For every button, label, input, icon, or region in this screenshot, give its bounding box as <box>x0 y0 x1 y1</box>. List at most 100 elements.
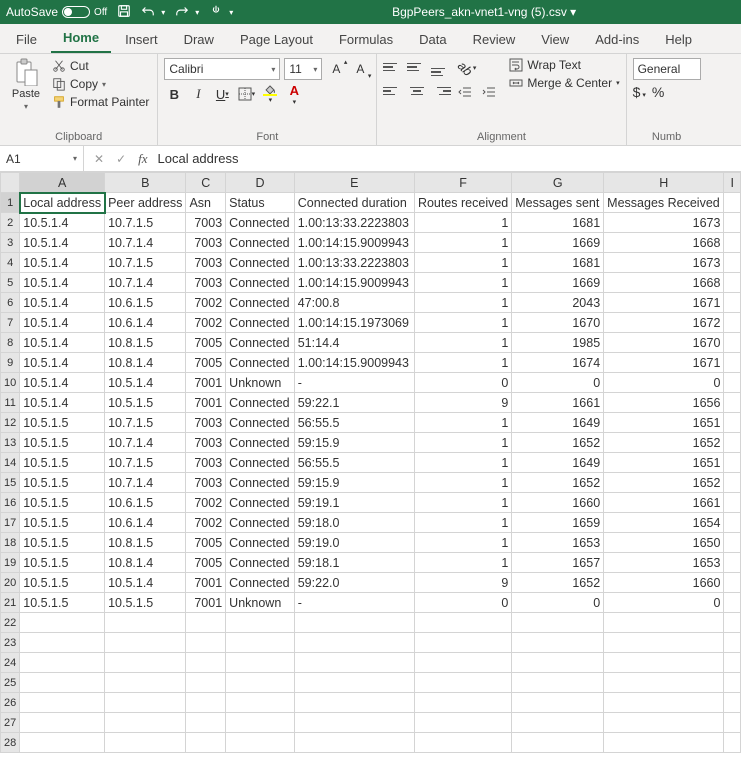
cell[interactable] <box>604 633 724 653</box>
cell[interactable]: 1669 <box>512 233 604 253</box>
cell[interactable]: Connected <box>226 433 295 453</box>
cell[interactable]: 1 <box>414 513 511 533</box>
cell[interactable] <box>724 353 741 373</box>
cell[interactable] <box>105 613 186 633</box>
cell[interactable]: 10.7.1.5 <box>105 453 186 473</box>
cell[interactable] <box>724 253 741 273</box>
column-header[interactable]: I <box>724 173 741 193</box>
align-middle-button[interactable] <box>407 58 427 76</box>
align-left-button[interactable] <box>383 82 403 100</box>
cell[interactable]: 1 <box>414 553 511 573</box>
cell[interactable]: 0 <box>414 373 511 393</box>
cell[interactable]: 1 <box>414 353 511 373</box>
cell[interactable]: 10.7.1.5 <box>105 413 186 433</box>
cell[interactable]: 1661 <box>512 393 604 413</box>
cell[interactable]: Asn <box>186 193 226 213</box>
cell[interactable] <box>294 733 414 753</box>
cell[interactable]: 10.5.1.4 <box>20 333 105 353</box>
cell[interactable] <box>226 713 295 733</box>
cell[interactable] <box>226 693 295 713</box>
cell[interactable]: 10.5.1.4 <box>20 393 105 413</box>
cell[interactable]: 1 <box>414 253 511 273</box>
cell[interactable]: 10.5.1.5 <box>20 533 105 553</box>
cell[interactable]: 10.6.1.5 <box>105 293 186 313</box>
copy-button[interactable]: Copy ▾ <box>50 76 151 92</box>
autosave-toggle-switch[interactable] <box>62 6 90 18</box>
cell[interactable]: 10.5.1.4 <box>20 253 105 273</box>
formula-content[interactable]: Local address <box>158 151 239 166</box>
cell[interactable]: - <box>294 373 414 393</box>
enter-icon[interactable]: ✓ <box>116 152 126 166</box>
cancel-icon[interactable]: ✕ <box>94 152 104 166</box>
cell[interactable]: 2043 <box>512 293 604 313</box>
cell[interactable]: 1669 <box>512 273 604 293</box>
cell[interactable]: 7001 <box>186 573 226 593</box>
row-header[interactable]: 1 <box>1 193 20 213</box>
cell[interactable]: 1 <box>414 533 511 553</box>
cell[interactable]: 1660 <box>512 493 604 513</box>
align-top-button[interactable] <box>383 58 403 76</box>
cell[interactable] <box>226 633 295 653</box>
cell[interactable]: 1661 <box>604 493 724 513</box>
cell[interactable] <box>512 733 604 753</box>
cell[interactable]: Connected <box>226 213 295 233</box>
cell[interactable] <box>414 633 511 653</box>
cell[interactable]: 7005 <box>186 333 226 353</box>
row-header[interactable]: 27 <box>1 713 20 733</box>
cell[interactable] <box>512 653 604 673</box>
cell[interactable] <box>724 193 741 213</box>
cell[interactable]: 59:15.9 <box>294 473 414 493</box>
cell[interactable]: - <box>294 593 414 613</box>
cell[interactable]: 1 <box>414 313 511 333</box>
cell[interactable] <box>414 673 511 693</box>
cell[interactable]: Connected <box>226 413 295 433</box>
cell[interactable]: 1659 <box>512 513 604 533</box>
row-header[interactable]: 19 <box>1 553 20 573</box>
cell[interactable]: 1668 <box>604 273 724 293</box>
tab-page-layout[interactable]: Page Layout <box>228 26 325 53</box>
cell[interactable]: 10.7.1.4 <box>105 273 186 293</box>
cell[interactable]: 7003 <box>186 253 226 273</box>
tab-home[interactable]: Home <box>51 24 111 53</box>
save-icon[interactable] <box>117 4 131 21</box>
cell[interactable]: 10.8.1.4 <box>105 353 186 373</box>
column-header[interactable]: F <box>414 173 511 193</box>
column-header[interactable]: H <box>604 173 724 193</box>
cell[interactable]: 7001 <box>186 393 226 413</box>
cell[interactable]: 1650 <box>604 533 724 553</box>
tab-formulas[interactable]: Formulas <box>327 26 405 53</box>
cell[interactable]: Connected <box>226 533 295 553</box>
merge-center-button[interactable]: Merge & Center ▾ <box>509 76 619 90</box>
cell[interactable] <box>724 713 741 733</box>
cell[interactable] <box>724 233 741 253</box>
increase-font-button[interactable]: A <box>326 59 346 79</box>
row-header[interactable]: 20 <box>1 573 20 593</box>
tab-draw[interactable]: Draw <box>172 26 226 53</box>
column-header[interactable]: C <box>186 173 226 193</box>
cell[interactable]: 10.5.1.5 <box>105 593 186 613</box>
cell[interactable] <box>186 633 226 653</box>
cell[interactable] <box>226 613 295 633</box>
cell[interactable]: 7005 <box>186 533 226 553</box>
cell[interactable]: Connected <box>226 313 295 333</box>
cell[interactable]: 59:18.1 <box>294 553 414 573</box>
cell[interactable] <box>414 653 511 673</box>
cell[interactable] <box>20 653 105 673</box>
cell[interactable]: Connected <box>226 553 295 573</box>
cell[interactable]: 1649 <box>512 453 604 473</box>
cell[interactable]: 9 <box>414 573 511 593</box>
cell[interactable]: 7003 <box>186 233 226 253</box>
cell[interactable]: 0 <box>604 593 724 613</box>
cell[interactable] <box>186 653 226 673</box>
decrease-font-button[interactable]: A <box>350 59 370 79</box>
cell[interactable] <box>226 673 295 693</box>
cell[interactable]: 1673 <box>604 253 724 273</box>
row-header[interactable]: 7 <box>1 313 20 333</box>
cell[interactable]: 1652 <box>512 573 604 593</box>
cell[interactable]: 10.5.1.4 <box>20 273 105 293</box>
cell[interactable] <box>724 433 741 453</box>
cell[interactable]: 56:55.5 <box>294 453 414 473</box>
column-header[interactable]: D <box>226 173 295 193</box>
cell[interactable]: 10.5.1.4 <box>20 293 105 313</box>
cell[interactable]: 0 <box>512 593 604 613</box>
